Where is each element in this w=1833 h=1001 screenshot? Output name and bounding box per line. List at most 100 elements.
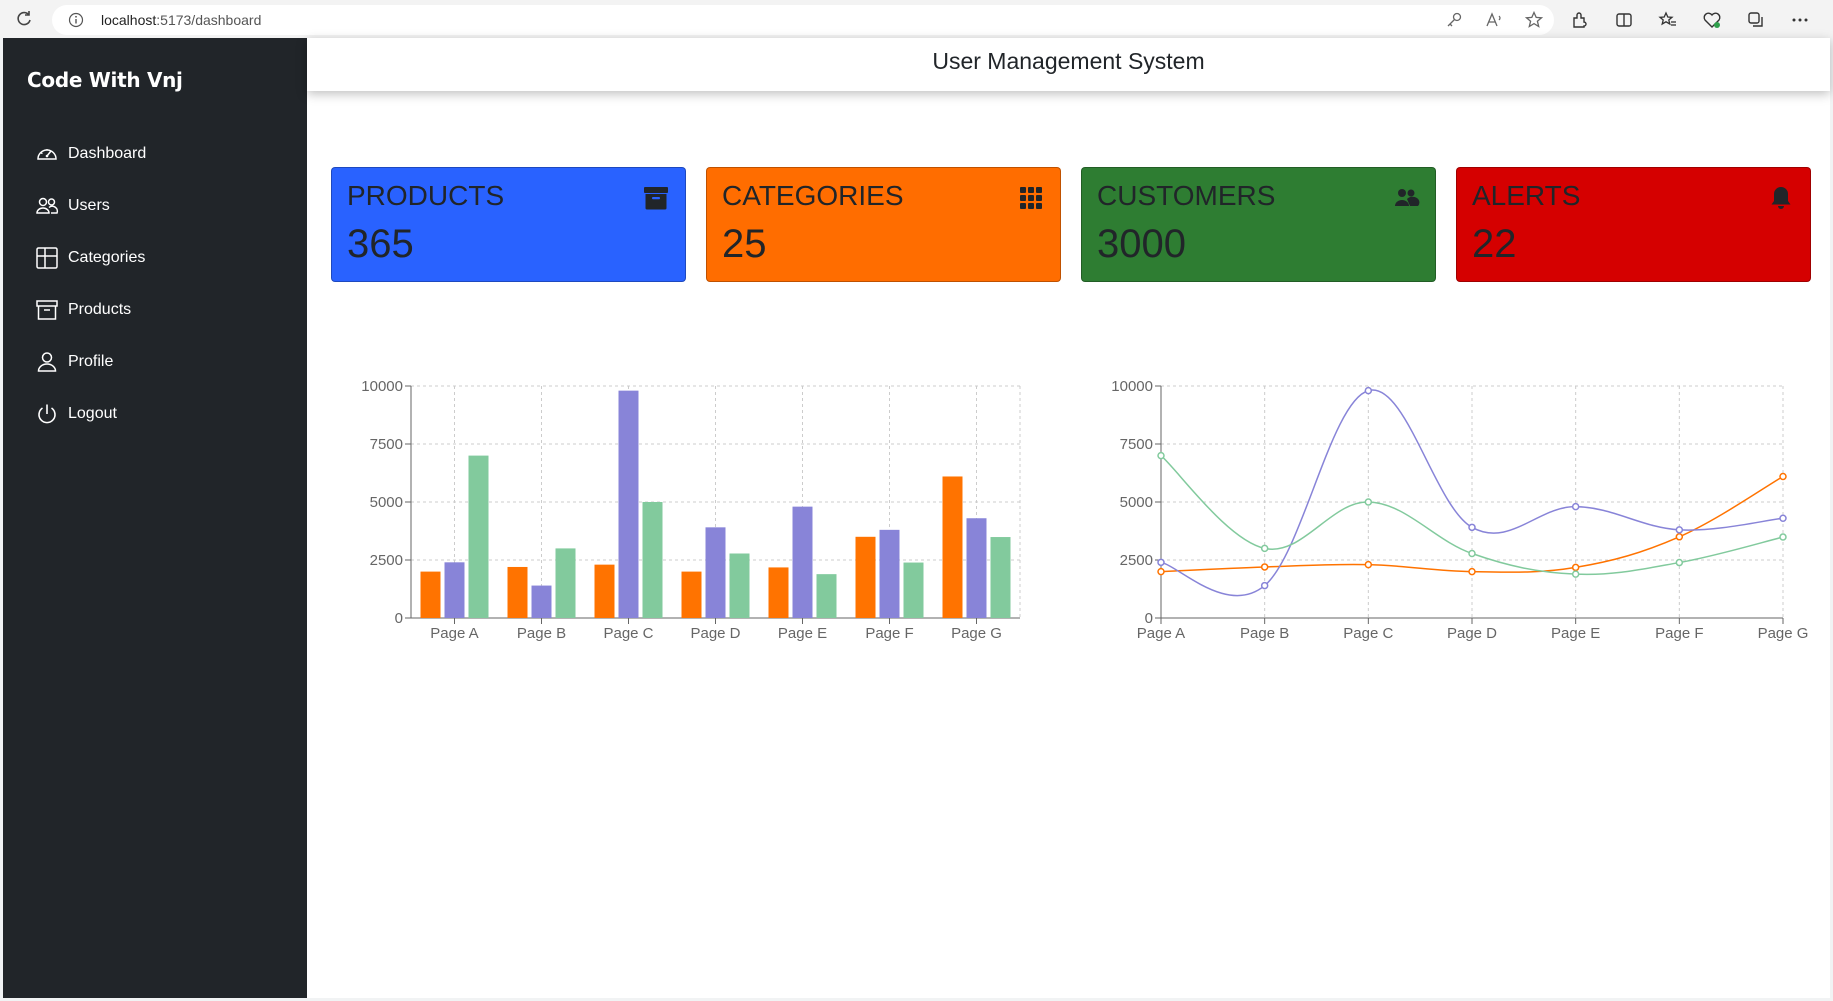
x-tick-label: Page B <box>1240 625 1289 642</box>
point-uv <box>1779 533 1787 541</box>
split-screen-icon[interactable] <box>1614 10 1634 30</box>
favorites-icon[interactable] <box>1658 10 1678 30</box>
bar-pv <box>879 529 900 618</box>
brand-title[interactable]: Code With Vnj <box>27 68 183 92</box>
x-tick-label: Page D <box>690 625 740 642</box>
person-icon <box>37 352 57 372</box>
address-bar[interactable]: localhost:5173/dashboard <box>52 5 1554 35</box>
people-icon <box>36 197 59 214</box>
x-tick-label: Page C <box>603 625 653 642</box>
y-tick-label: 10000 <box>361 378 403 395</box>
point-pv <box>1571 502 1580 511</box>
x-tick-label: Page A <box>430 625 478 642</box>
point-pv <box>1779 514 1787 522</box>
point-amt <box>1675 533 1684 541</box>
sidebar-item-label: Profile <box>68 353 114 370</box>
sidebar-item-dashboard[interactable]: Dashboard <box>35 128 146 180</box>
y-tick-label: 7500 <box>1120 436 1153 453</box>
extensions-icon[interactable] <box>1570 10 1590 30</box>
sidebar-item-label: Dashboard <box>68 145 147 162</box>
bar-uv <box>555 548 576 618</box>
url-text[interactable]: localhost:5173/dashboard <box>101 12 261 28</box>
card-value: 22 <box>1472 222 1517 266</box>
point-amt <box>1364 560 1373 569</box>
more-menu-icon[interactable] <box>1790 10 1810 30</box>
x-tick-label: Page G <box>951 625 1002 642</box>
x-tick-label: Page F <box>865 625 913 642</box>
y-tick-label: 7500 <box>370 436 403 453</box>
app-root: Code With Vnj Dashboard Users Categories… <box>3 38 1830 998</box>
card-value: 25 <box>722 222 767 266</box>
bar-amt <box>942 476 963 618</box>
sidebar-item-categories[interactable]: Categories <box>35 232 146 284</box>
bar-amt <box>768 567 789 618</box>
sidebar-item-profile[interactable]: Profile <box>35 336 146 388</box>
main-content: User Management System PRODUCTS 365 CATE… <box>307 38 1830 998</box>
y-tick-label: 5000 <box>1120 494 1153 511</box>
sidebar-item-logout[interactable]: Logout <box>35 388 146 440</box>
browser-essentials-icon[interactable] <box>1702 10 1722 30</box>
customers-card[interactable]: CUSTOMERS 3000 <box>1081 167 1436 282</box>
point-uv <box>1468 549 1476 558</box>
x-tick-label: Page B <box>517 625 566 642</box>
bar-amt <box>507 566 528 618</box>
x-tick-label: Page C <box>1343 625 1393 642</box>
point-pv <box>1260 581 1269 590</box>
bar-amt <box>594 564 615 618</box>
card-value: 3000 <box>1097 222 1186 266</box>
y-tick-label: 0 <box>395 610 403 627</box>
archive-fill-icon <box>644 187 668 210</box>
bar-uv <box>990 537 1011 618</box>
bar-pv <box>444 562 465 618</box>
alerts-card[interactable]: ALERTS 22 <box>1456 167 1811 282</box>
bar-pv <box>966 518 987 618</box>
layout-icon <box>36 247 58 269</box>
products-card[interactable]: PRODUCTS 365 <box>331 167 686 282</box>
point-pv <box>1675 526 1684 534</box>
bar-uv <box>729 553 750 618</box>
read-aloud-icon[interactable] <box>1484 10 1504 30</box>
point-uv <box>1675 558 1684 567</box>
key-icon[interactable] <box>1444 10 1464 30</box>
bell-fill-icon <box>1771 187 1791 209</box>
sidebar-item-users[interactable]: Users <box>35 180 146 232</box>
favorite-star-icon[interactable] <box>1524 10 1544 30</box>
site-info-icon[interactable] <box>68 12 84 28</box>
sidebar-nav: Dashboard Users Categories Products Prof… <box>35 128 146 440</box>
x-tick-label: Page G <box>1758 625 1809 642</box>
point-amt <box>1779 472 1787 481</box>
archive-icon <box>36 300 58 320</box>
sidebar-item-products[interactable]: Products <box>35 284 146 336</box>
power-icon <box>38 404 56 424</box>
point-amt <box>1157 567 1165 576</box>
line-chart: 025005000750010000Page A Page B Page C Page… <box>1111 378 1809 642</box>
bar-chart: 0 2500 5000 7500 10000 Page A Page B Page C Page… <box>361 378 1021 642</box>
sidebar-item-label: Products <box>68 301 132 318</box>
y-tick-label: 10000 <box>1111 378 1153 395</box>
card-label: PRODUCTS <box>347 180 505 211</box>
point-uv <box>1260 544 1269 553</box>
point-pv <box>1364 386 1373 395</box>
card-value: 365 <box>347 222 414 266</box>
card-label: ALERTS <box>1472 180 1581 211</box>
point-uv <box>1571 570 1580 578</box>
point-amt <box>1571 563 1580 572</box>
x-tick-label: Page E <box>1551 625 1600 642</box>
card-label: CATEGORIES <box>722 180 904 211</box>
sidebar-item-label: Logout <box>68 405 117 422</box>
reload-icon[interactable] <box>14 9 34 29</box>
card-label: CUSTOMERS <box>1097 180 1276 211</box>
grid-fill-icon <box>1020 187 1042 209</box>
point-pv <box>1157 558 1165 567</box>
top-header: User Management System <box>307 38 1830 91</box>
x-tick-label: Page A <box>1137 625 1185 642</box>
point-amt <box>1260 563 1269 571</box>
point-uv <box>1157 451 1165 460</box>
y-tick-label: 2500 <box>1120 552 1153 569</box>
x-tick-label: Page F <box>1655 625 1703 642</box>
categories-card[interactable]: CATEGORIES 25 <box>706 167 1061 282</box>
bar-uv <box>816 574 837 618</box>
collections-icon[interactable] <box>1746 10 1766 30</box>
bar-uv <box>903 562 924 618</box>
bar-amt <box>855 536 876 618</box>
